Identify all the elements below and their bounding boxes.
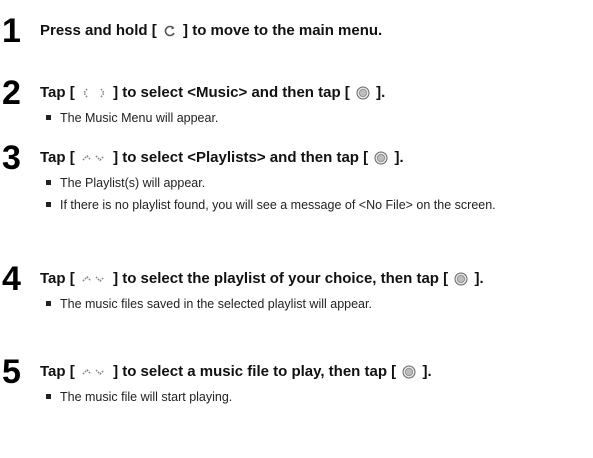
step-title-text: ] to select <Playlists> and then tap [ — [113, 149, 369, 167]
step-title-text: ] to move to the main menu. — [183, 22, 383, 40]
step-title-text: ]. — [422, 363, 432, 381]
step-title-text: ]. — [474, 270, 484, 288]
up-down-arrows-icon — [81, 151, 107, 165]
step-title-text: ] to select a music file to play, then t… — [113, 363, 397, 381]
bullet-square-icon — [46, 180, 51, 185]
select-button-icon — [454, 272, 468, 286]
select-button-icon — [356, 86, 370, 100]
bullet-item: The Music Menu will appear. — [46, 110, 566, 126]
bullet-text: The Playlist(s) will appear. — [60, 176, 206, 190]
bullet-item: If there is no playlist found, you will … — [46, 197, 566, 213]
bullet-square-icon — [46, 115, 51, 120]
step-number: 2 — [2, 74, 21, 112]
bullet-text: If there is no playlist found, you will … — [60, 198, 496, 212]
step-title: Tap [ ] to select the playlist of your c… — [40, 269, 484, 289]
bullet-square-icon — [46, 394, 51, 399]
step-title: Tap [ ] to select <Playlists> and then t… — [40, 148, 404, 168]
bullet-text: The music files saved in the selected pl… — [60, 297, 372, 311]
back-icon — [163, 24, 177, 38]
bullet-item: The music file will start playing. — [46, 389, 566, 405]
step-bullets: The Playlist(s) will appear. If there is… — [46, 175, 566, 219]
step-title-text: ] to select <Music> and then tap [ — [113, 84, 350, 102]
step-title-text: Press and hold [ — [40, 22, 157, 40]
step-title-text: Tap [ — [40, 84, 75, 102]
step-title-text: Tap [ — [40, 363, 75, 381]
step-title: Press and hold [ ] to move to the main m… — [40, 21, 382, 41]
step-title-text: ] to select the playlist of your choice,… — [113, 270, 449, 288]
bullet-item: The Playlist(s) will appear. — [46, 175, 566, 191]
step-title-text: Tap [ — [40, 149, 75, 167]
step-title-text: ]. — [394, 149, 404, 167]
up-down-arrows-icon — [81, 365, 107, 379]
step-number: 3 — [2, 139, 21, 177]
step-title: Tap [ ] to select <Music> and then tap [… — [40, 83, 385, 103]
bullet-square-icon — [46, 202, 51, 207]
select-button-icon — [374, 151, 388, 165]
step-bullets: The music file will start playing. — [46, 389, 566, 411]
bullet-square-icon — [46, 301, 51, 306]
step-title-text: ]. — [376, 84, 386, 102]
bullet-item: The music files saved in the selected pl… — [46, 296, 566, 312]
bullet-text: The Music Menu will appear. — [60, 111, 219, 125]
step-number: 4 — [2, 260, 21, 298]
up-down-arrows-icon — [81, 272, 107, 286]
step-number: 5 — [2, 353, 21, 391]
step-bullets: The music files saved in the selected pl… — [46, 296, 566, 318]
step-bullets: The Music Menu will appear. — [46, 110, 566, 132]
left-right-arrows-icon — [81, 86, 107, 100]
step-title-text: Tap [ — [40, 270, 75, 288]
select-button-icon — [402, 365, 416, 379]
step-title: Tap [ ] to select a music file to play, … — [40, 362, 432, 382]
step-number: 1 — [2, 12, 21, 50]
bullet-text: The music file will start playing. — [60, 390, 233, 404]
